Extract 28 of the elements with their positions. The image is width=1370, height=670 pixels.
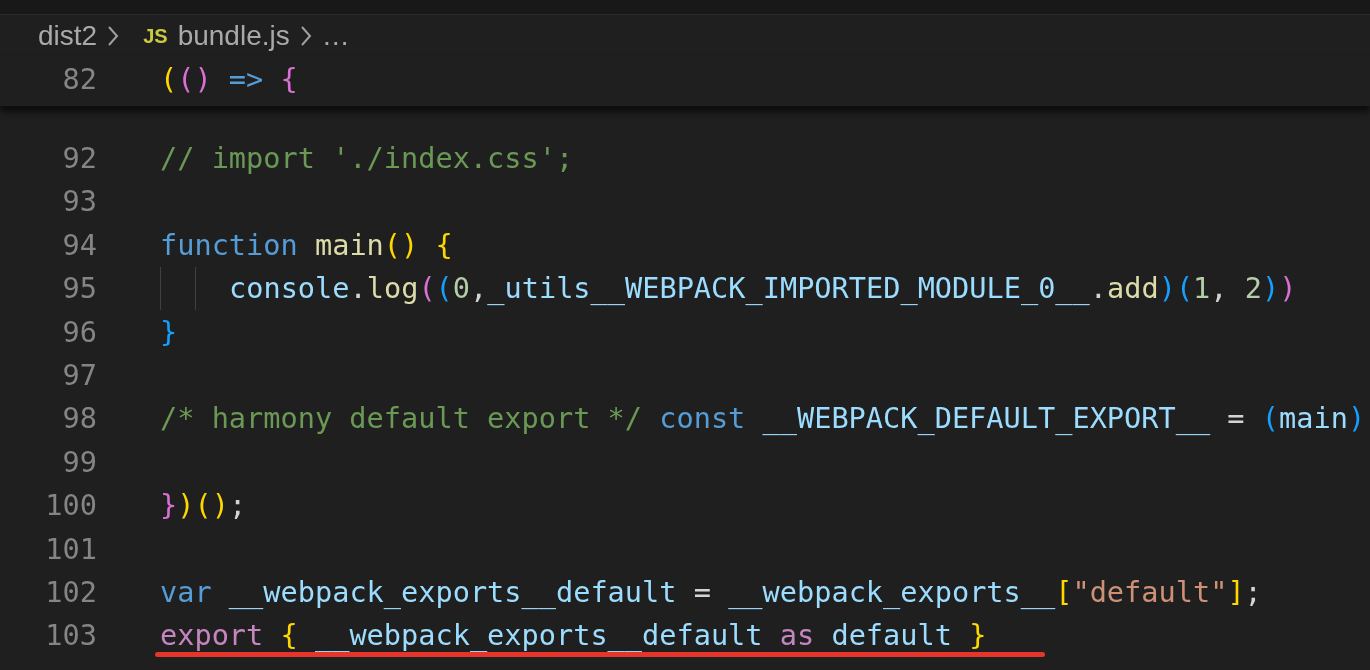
code-line: /* harmony default export */ const __WEBPACK_DEFAULT_EXPORT__ = (main) [160,401,1366,436]
line-number: 92 [61,141,97,176]
code-line: export { __webpack_exports__default as default } [160,618,987,653]
code-line: var __webpack_exports__default = __webpack_exports__["default"]; [160,575,1262,609]
line-number: 99 [61,444,97,479]
breadcrumb-item[interactable]: dist2 [38,20,98,52]
line-number: 94 [61,227,97,262]
line-number: 97 [61,358,97,393]
breadcrumb-item[interactable]: … [321,20,350,52]
line-number: 101 [44,531,97,566]
code-line: // import './index.css'; [160,141,574,176]
line-number: 93 [61,184,97,219]
js-file-icon: JS [143,24,168,48]
code-line: function main() { [160,227,453,262]
line-number: 103 [44,618,97,653]
code-line: console.log((0,_utils__WEBPACK_IMPORTED_MODULE_0__.add)(1, 2)) [229,271,1297,306]
line-number: 100 [44,488,97,523]
code-line: (() => { [160,61,298,96]
line-number: 95 [61,271,97,306]
chevron-right-icon [107,25,120,47]
code-line: } [160,314,178,349]
line-number: 98 [61,401,97,436]
breadcrumb-item[interactable]: bundle.js [177,20,290,52]
code-line: })(); [160,488,247,523]
line-number: 102 [44,575,97,609]
line-number: 96 [61,314,97,349]
chevron-right-icon [299,25,312,47]
line-number: 82 [61,61,97,96]
